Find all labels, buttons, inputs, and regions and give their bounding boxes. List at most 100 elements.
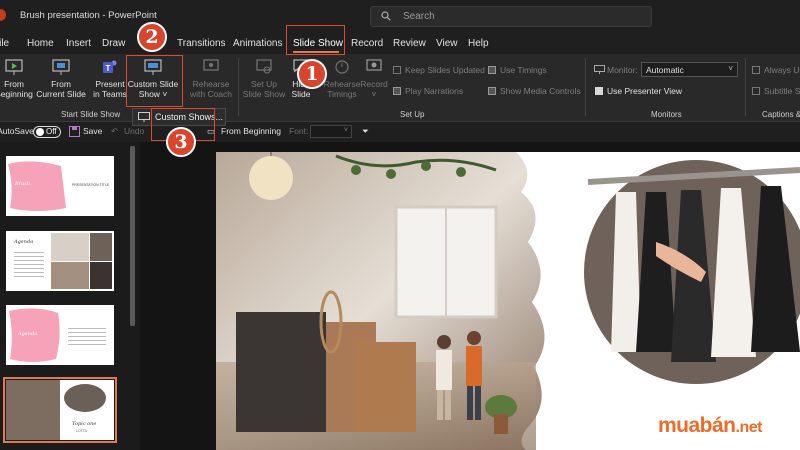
checkbox-box <box>393 66 401 74</box>
group-label-set-up: Set Up <box>400 110 425 119</box>
from-beginning-button[interactable]: From Beginning <box>0 58 38 99</box>
undo-icon: ↶ <box>111 126 119 136</box>
title-bar: Brush presentation - PowerPoint Search <box>0 0 800 32</box>
tab-help[interactable]: Help <box>468 38 489 49</box>
subtitle-settings-button[interactable]: Subtitle S <box>752 86 800 96</box>
present-in-teams-button[interactable]: T Present in Teams <box>92 58 128 99</box>
slide-thumbnail-2[interactable]: Agenda <box>6 231 114 291</box>
customize-toolbar-icon[interactable]: ⏷ <box>362 126 369 137</box>
custom-shows-icon <box>138 112 150 122</box>
autosave-toggle[interactable]: Off <box>33 126 61 138</box>
save-icon <box>69 126 80 137</box>
thumbnail-scrollbar[interactable] <box>130 146 135 326</box>
save-button[interactable]: Save <box>83 126 102 136</box>
monitor-select-value: Automatic <box>646 65 684 75</box>
powerpoint-app-icon[interactable] <box>0 9 6 21</box>
ribbon: From Beginning From Current Slide T Pres… <box>0 54 800 122</box>
photo-block <box>90 233 112 261</box>
photo-circle <box>64 384 106 412</box>
step-1-badge: 1 <box>297 59 327 89</box>
checkbox-box <box>752 87 760 95</box>
checkbox-box <box>393 87 401 95</box>
from-beginning-qat-button[interactable]: From Beginning <box>221 126 281 136</box>
slideshow-current-icon <box>52 59 70 75</box>
always-use-label: Always Us <box>764 65 800 75</box>
toggle-state: Off <box>46 127 57 136</box>
set-up-slide-show-button[interactable]: Set Up Slide Show <box>242 58 286 99</box>
tab-animations[interactable]: Animations <box>233 38 282 49</box>
tab-file[interactable]: File <box>0 38 9 49</box>
timer-icon <box>335 60 349 74</box>
tab-record[interactable]: Record <box>351 38 383 49</box>
monitor-icon <box>594 65 605 74</box>
font-select[interactable]: ˅ <box>310 125 352 138</box>
show-media-controls-checkbox[interactable]: Show Media Controls <box>488 86 581 96</box>
rehearse-with-coach-button[interactable]: Rehearse with Coach <box>186 58 236 99</box>
autosave-label: AutoSave <box>0 126 34 136</box>
rehearse-coach-label: Rehearse with Coach <box>189 79 233 99</box>
play-narrations-checkbox[interactable]: Play Narrations <box>393 86 463 96</box>
monitor-select[interactable]: Automatic ˅ <box>641 62 738 77</box>
muaban-watermark-logo: muabán.net <box>658 414 762 438</box>
step-2-badge: 2 <box>137 22 167 52</box>
agenda-list-graphic <box>14 249 44 277</box>
show-media-controls-label: Show Media Controls <box>500 86 581 96</box>
tab-transitions[interactable]: Transitions <box>177 38 226 49</box>
set-up-label: Set Up Slide Show <box>242 79 286 99</box>
slide-thumbnail-1[interactable]: Brush PRESENTATION TITLE <box>6 156 114 216</box>
from-current-slide-button[interactable]: From Current Slide <box>36 58 86 99</box>
teams-icon: T <box>103 60 117 73</box>
present-teams-label: Present in Teams <box>93 79 127 99</box>
setup-icon <box>256 59 272 74</box>
thumb-3-title: Agenda <box>18 331 38 337</box>
from-current-label: From Current Slide <box>36 79 86 99</box>
rehearse-timings-label: Rehearse Timings <box>323 79 361 99</box>
slide-thumbnail-4[interactable]: Topic one LOTTA <box>3 377 117 443</box>
highlight-slide-show-tab <box>286 25 345 55</box>
use-timings-checkbox[interactable]: Use Timings <box>488 65 547 75</box>
highlight-custom-slide-show <box>126 55 183 107</box>
chevron-down-icon: ˅ <box>371 89 377 99</box>
undo-button[interactable]: Undo <box>124 126 144 136</box>
record-label: Record <box>360 79 388 89</box>
photo-block <box>51 233 89 261</box>
slideshow-play-icon <box>5 59 23 75</box>
photo-block <box>51 262 89 289</box>
search-icon <box>381 11 391 21</box>
watermark-brand: muabán <box>658 414 736 437</box>
use-presenter-view-label: Use Presenter View <box>607 86 682 96</box>
group-label-captions: Captions & <box>762 110 800 119</box>
always-use-subtitles-checkbox[interactable]: Always Us <box>752 65 800 75</box>
svg-text:T: T <box>106 64 111 73</box>
document-title: Brush presentation - PowerPoint <box>20 10 157 21</box>
group-separator <box>238 58 239 116</box>
play-narrations-label: Play Narrations <box>405 86 464 96</box>
coach-icon <box>203 59 219 71</box>
group-label-monitors: Monitors <box>651 110 682 119</box>
record-button[interactable]: Record ˅ <box>358 58 390 99</box>
tab-review[interactable]: Review <box>393 38 426 49</box>
keep-slides-updated-checkbox[interactable]: Keep Slides Updated <box>393 65 485 75</box>
use-presenter-view-checkbox[interactable]: Use Presenter View <box>595 86 682 96</box>
thumb-4-title: Topic one <box>72 421 97 427</box>
tab-insert[interactable]: Insert <box>66 38 91 49</box>
subtitle-settings-label: Subtitle S <box>764 86 800 96</box>
tab-view[interactable]: View <box>436 38 458 49</box>
tab-draw[interactable]: Draw <box>102 38 125 49</box>
from-beginning-label: From Beginning <box>0 79 33 99</box>
checkbox-box <box>488 87 496 95</box>
thumb-4-subtitle: LOTTA <box>76 429 88 433</box>
use-timings-label: Use Timings <box>500 65 547 75</box>
chevron-down-icon: ˅ <box>728 64 733 73</box>
photo-block <box>90 262 112 289</box>
checkbox-box <box>595 87 603 95</box>
quick-access-toolbar: AutoSave Save ↶ Undo ▭ From Beginning Fo… <box>0 122 800 142</box>
group-separator <box>585 58 586 116</box>
tab-home[interactable]: Home <box>27 38 54 49</box>
slide-thumbnail-panel: Brush PRESENTATION TITLE Agenda Agenda T… <box>0 142 140 450</box>
search-box[interactable]: Search <box>370 6 652 27</box>
slide-thumbnail-3[interactable]: Agenda <box>6 305 114 365</box>
current-slide[interactable] <box>216 152 800 450</box>
font-label: Font: <box>289 126 309 136</box>
thumb-1-subtitle: PRESENTATION TITLE <box>72 183 110 187</box>
